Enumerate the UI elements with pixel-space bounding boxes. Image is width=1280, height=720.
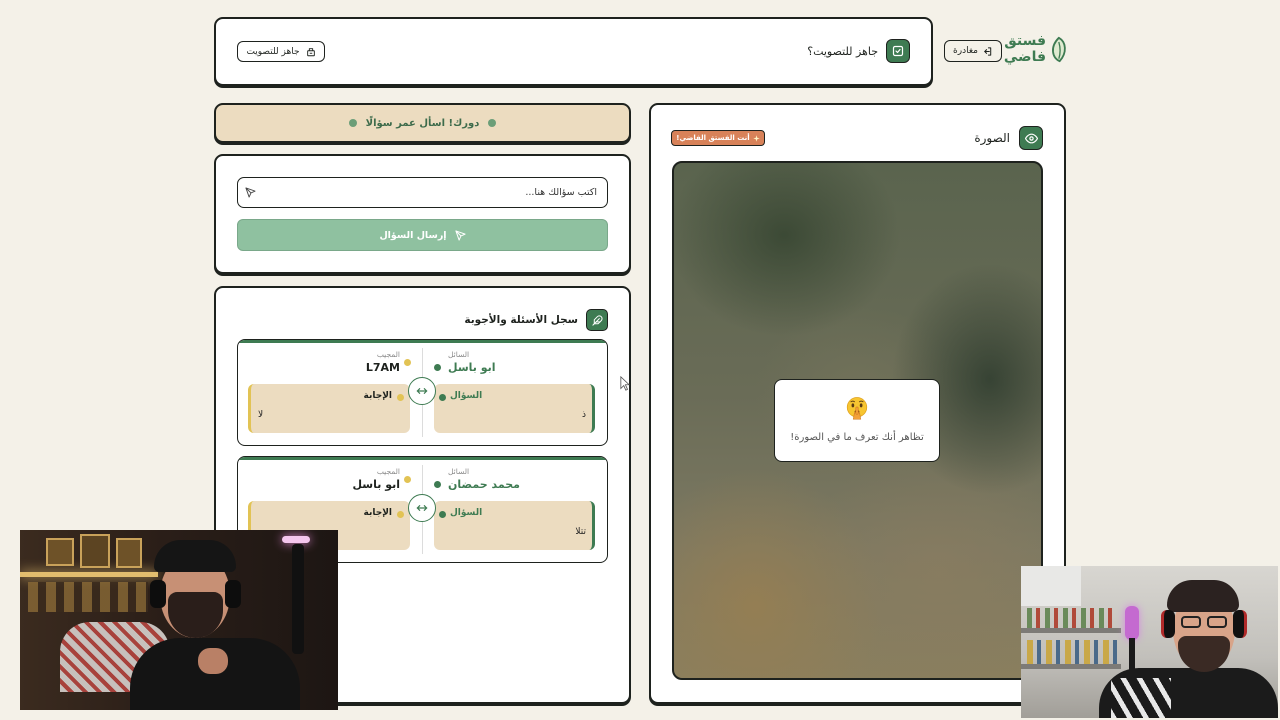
webcam-headset-left [1161,610,1175,638]
webcam-person-cap [154,540,236,572]
webcam-shelf-light [20,572,158,577]
webcam-mic-light [1125,606,1139,640]
answerer-dot [404,359,411,366]
logo-text-bottom: فاضي [1003,49,1046,65]
hidden-image: تظاهر أنك تعرف ما في الصورة! [672,161,1043,680]
question-text: تتلا [575,527,586,537]
swap-arrows-icon [408,377,436,405]
turn-banner-text: دورك! اسأل عمر سؤالًا [365,117,480,129]
leave-button[interactable]: مغادرة [944,40,1002,62]
answerer-label: المجيب [376,350,400,359]
answerer-name: L7AM [365,361,400,374]
shushing-face-icon [846,397,868,420]
role-badge: أنت الفستق الفاضي! [671,130,765,146]
turn-banner-dot-right [488,119,497,127]
asker-dot [434,364,441,371]
qa-log-title: سجل الأسئلة والأجوبة [464,314,578,326]
send-icon [454,229,466,241]
asker-name: محمد حمضان [448,478,520,491]
question-dot [439,394,446,401]
qa-entry: السائل ابو باسل المجيب L7AM السؤال ذ الإ… [237,339,608,446]
eye-icon [1019,126,1043,150]
hidden-image-overlay-text: تظاهر أنك تعرف ما في الصورة! [790,432,924,443]
webcam-glasses-right [1207,616,1227,628]
answer-dot [397,394,404,401]
ready-to-vote-button-label: جاهز للتصويت [246,46,300,57]
ready-to-vote-prompt: جاهز للتصويت؟ [807,39,910,63]
webcam-pink-light [282,536,310,543]
vote-header-card: جاهز للتصويت؟ جاهز للتصويت [214,17,933,86]
question-label: السؤال [450,508,483,518]
feather-icon [586,309,608,331]
answer-text: لا [258,410,264,420]
send-icon[interactable] [245,187,256,198]
webcam-shelf-items [28,582,148,612]
webcam-person-hand [198,648,228,674]
answer-label: الإجابة [363,391,393,401]
webcam-shirt-pattern [1111,678,1171,718]
app-logo[interactable]: فستق فاضي [1004,30,1070,70]
webcam-person-beard [1178,636,1230,672]
turn-banner-dot-left [348,119,357,127]
webcam-frame-1 [46,538,74,566]
qa-entry-accent-bar [238,457,607,460]
leave-label: مغادرة [953,46,978,56]
webcam-mic-stand [292,544,304,654]
ready-to-vote-question: جاهز للتصويت؟ [807,44,878,58]
logo-text-top: فستق [1004,33,1046,49]
answer-label: الإجابة [363,508,393,518]
webcam-bottles-top [1027,608,1117,628]
ready-to-vote-button[interactable]: جاهز للتصويت [237,41,325,62]
hidden-image-overlay-card: تظاهر أنك تعرف ما في الصورة! [774,379,940,462]
answer-box: الإجابة لا [248,384,410,433]
question-box: السؤال تتلا [434,501,595,550]
webcam-headset-left [150,580,166,608]
question-label: السؤال [450,391,483,401]
qa-entry-accent-bar [238,340,607,343]
turn-banner: دورك! اسأل عمر سؤالًا [214,103,631,143]
question-input[interactable] [237,177,608,208]
image-panel-title: الصورة [974,131,1010,145]
webcam-feed-right [1021,566,1278,718]
webcam-bottles-bottom [1027,640,1117,664]
sparkle-icon [752,134,760,142]
webcam-feed-left [20,530,338,710]
asker-label: السائل [448,467,470,476]
question-box: السؤال ذ [434,384,595,433]
webcam-window [1021,566,1081,606]
ask-question-card: إرسال السؤال [214,154,631,274]
question-dot [439,511,446,518]
qa-log-header: سجل الأسئلة والأجوبة [464,309,608,331]
vote-check-icon [886,39,910,63]
swap-arrows-icon [408,494,436,522]
pistachio-logo-icon [1052,36,1066,63]
ballot-box-icon [306,47,315,56]
asker-label: السائل [448,350,470,359]
webcam-shelf-top [1021,628,1121,633]
submit-question-button[interactable]: إرسال السؤال [237,219,608,251]
answerer-label: المجيب [376,467,400,476]
exit-icon [984,46,992,56]
mouse-cursor-icon [620,376,630,391]
question-text: ذ [581,410,586,420]
answer-dot [397,511,404,518]
image-panel-header: الصورة [974,126,1043,150]
answerer-dot [404,476,411,483]
webcam-person-hair [1167,580,1239,612]
image-panel: الصورة أنت الفستق الفاضي! تظاهر أنك تعرف… [649,103,1066,704]
role-badge-text: أنت الفستق الفاضي! [676,134,750,142]
webcam-frame-2 [80,534,110,568]
webcam-headset-right [225,580,241,608]
asker-name: ابو باسل [448,361,496,374]
webcam-shelf-bottom [1021,664,1121,669]
submit-question-label: إرسال السؤال [379,229,447,241]
asker-dot [434,481,441,488]
webcam-glasses-left [1181,616,1201,628]
webcam-headset-right [1233,610,1247,638]
answerer-name: ابو باسل [352,478,400,491]
webcam-frame-3 [116,538,142,568]
